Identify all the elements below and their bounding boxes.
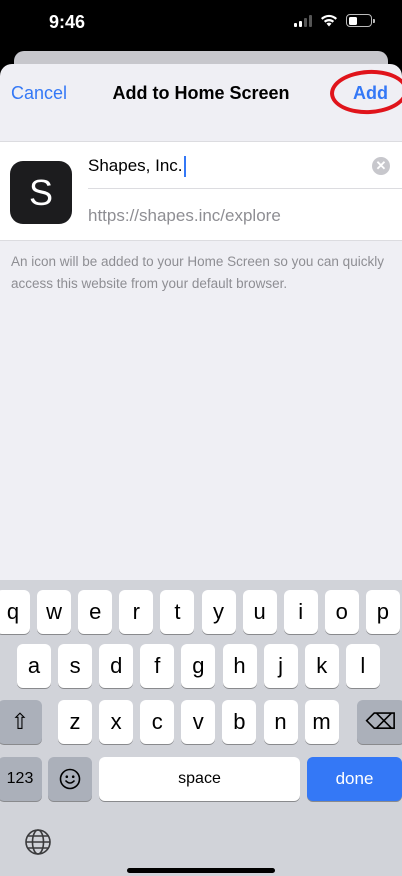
- key-d[interactable]: d: [99, 644, 134, 688]
- key-j[interactable]: j: [263, 644, 298, 688]
- key-b[interactable]: b: [222, 700, 257, 744]
- key-x[interactable]: x: [99, 700, 134, 744]
- key-z[interactable]: z: [58, 700, 92, 744]
- app-icon: S: [10, 161, 72, 224]
- status-bar: 9:46: [0, 0, 402, 48]
- space-key[interactable]: space: [99, 757, 300, 801]
- key-v[interactable]: v: [181, 700, 216, 744]
- key-w[interactable]: w: [37, 590, 72, 634]
- key-t[interactable]: t: [160, 590, 195, 634]
- emoji-icon: [59, 768, 81, 790]
- shortcut-card: S Shapes, Inc. ✕ https://shapes.inc/expl…: [0, 141, 402, 241]
- key-s[interactable]: s: [58, 644, 93, 688]
- key-c[interactable]: c: [140, 700, 175, 744]
- key-a[interactable]: a: [17, 644, 51, 688]
- url-label: https://shapes.inc/explore: [88, 206, 281, 225]
- key-h[interactable]: h: [222, 644, 257, 688]
- delete-key[interactable]: ⌫: [357, 700, 402, 744]
- key-u[interactable]: u: [242, 590, 277, 634]
- key-r[interactable]: r: [119, 590, 154, 634]
- key-m[interactable]: m: [304, 700, 339, 744]
- cellular-signal-icon: [294, 14, 312, 27]
- numbers-key[interactable]: 123: [0, 757, 42, 801]
- emoji-key[interactable]: [48, 757, 92, 801]
- key-n[interactable]: n: [263, 700, 298, 744]
- wifi-icon: [321, 14, 337, 27]
- key-l[interactable]: l: [345, 644, 380, 688]
- key-q[interactable]: q: [0, 590, 30, 634]
- key-i[interactable]: i: [283, 590, 318, 634]
- shift-key[interactable]: ⇧: [0, 700, 42, 744]
- key-y[interactable]: y: [201, 590, 236, 634]
- key-e[interactable]: e: [78, 590, 113, 634]
- battery-icon: [346, 14, 375, 27]
- key-f[interactable]: f: [140, 644, 175, 688]
- key-p[interactable]: p: [365, 590, 400, 634]
- home-indicator: [127, 868, 275, 873]
- key-k[interactable]: k: [304, 644, 339, 688]
- navigation-bar: Cancel Add to Home Screen Add: [0, 64, 402, 122]
- done-key[interactable]: done: [307, 757, 402, 801]
- globe-icon[interactable]: [24, 828, 52, 856]
- key-o[interactable]: o: [324, 590, 359, 634]
- help-text: An icon will be added to your Home Scree…: [11, 254, 384, 291]
- keyboard: q w e r t y u i o p a s d f g h j k l ⇧ z x c v b n m ⌫ 123 space done: [0, 580, 402, 876]
- key-g[interactable]: g: [181, 644, 216, 688]
- divider: [88, 188, 402, 189]
- name-input[interactable]: Shapes, Inc.: [88, 156, 186, 178]
- annotation-circle: [328, 67, 402, 117]
- clear-text-button[interactable]: ✕: [372, 157, 390, 175]
- name-input-value: Shapes, Inc.: [88, 156, 183, 175]
- text-caret: [183, 156, 186, 178]
- status-icons: [294, 14, 375, 27]
- status-time: 9:46: [49, 12, 86, 32]
